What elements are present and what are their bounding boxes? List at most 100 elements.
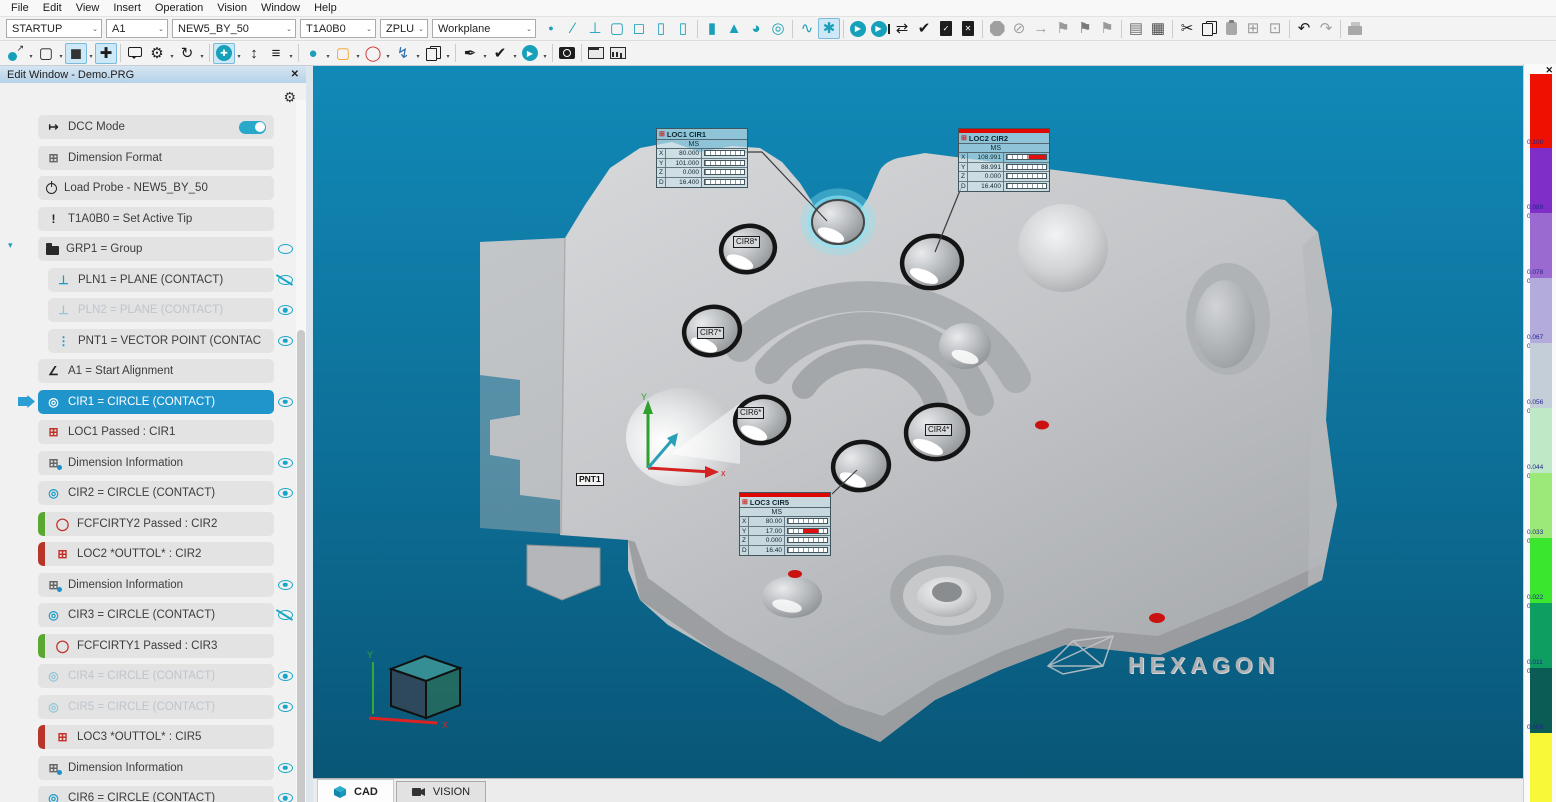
tree-item-cir3[interactable]: ◎CIR3 = CIRCLE (CONTACT) [38,603,274,627]
eye-visible-icon[interactable] [278,793,293,802]
menu-operation[interactable]: Operation [148,1,210,15]
marker-clear-icon[interactable]: ⚑ [1096,18,1118,39]
execute-from-cursor-icon[interactable]: ▶ [869,18,891,39]
paste-icon[interactable] [1220,18,1242,39]
eye-visible-icon[interactable] [278,336,293,346]
cad-model-canvas[interactable]: Y x Y X HEXAGON HEXAGON [313,66,1523,778]
tree-item-pln1[interactable]: ⊥PLN1 = PLANE (CONTACT) [48,268,274,292]
sphere-tool-icon[interactable]: ● [302,43,324,64]
optimization-dropdown[interactable]: ▾ [168,53,176,60]
menu-insert[interactable]: Insert [106,1,148,15]
menu-help[interactable]: Help [307,1,344,15]
comment-icon[interactable] [124,43,146,64]
measurement-callout-loc3[interactable]: ⊞LOC3 CIR5MSX80.00Y17.00Z0.000D16.40 [739,492,831,556]
tree-item-cir6[interactable]: ◎CIR6 = CIRCLE (CONTACT) [38,786,274,802]
menu-view[interactable]: View [69,1,107,15]
circle-feature-icon[interactable]: ▢ [606,18,628,39]
execute-icon[interactable]: ▶ [519,43,541,64]
line-feature-icon[interactable]: ∕ [562,18,584,39]
tree-item-a1[interactable]: ∠A1 = Start Alignment [38,359,274,383]
print-icon[interactable] [1344,18,1366,39]
tree-item-loc3[interactable]: ⊞LOC3 *OUTTOL* : CIR5 [38,725,274,749]
eye-visible-icon[interactable] [278,763,293,773]
tree-item-loc1[interactable]: ⊞LOC1 Passed : CIR1 [38,420,274,444]
workplane-combo[interactable]: ZPLUS⌄ [380,19,428,38]
tree-item-set-tip[interactable]: !T1A0B0 = Set Active Tip [38,207,274,231]
rotate-view-icon[interactable]: ↻ [176,43,198,64]
tree-item-cir4[interactable]: ◎CIR4 = CIRCLE (CONTACT) [38,664,274,688]
measurement-callout-loc1[interactable]: ⊞LOC1 CIR1MSX80.000Y101.000Z0.000D16.400 [656,128,748,188]
eye-visible-icon[interactable] [278,488,293,498]
paste-special-icon[interactable]: ⊞ [1242,18,1264,39]
execute-dropdown[interactable]: ▾ [541,53,549,60]
menu-edit[interactable]: Edit [36,1,69,15]
view-solid-icon[interactable]: ◼ [65,43,87,64]
tree-item-cir2[interactable]: ◎CIR2 = CIRCLE (CONTACT) [38,481,274,505]
quick-feature-dropdown[interactable]: ▾ [414,53,422,60]
gage-slot-icon[interactable]: ▢ [332,43,354,64]
report-window-icon[interactable]: ▦ [1147,18,1169,39]
cone-feature-icon[interactable]: ▲ [723,18,745,39]
tree-item-load-probe[interactable]: Load Probe - NEW5_BY_50 [38,176,274,200]
marker-set-icon[interactable]: ⚑ [1052,18,1074,39]
continue-execution-icon[interactable]: → [1030,18,1052,39]
eye-visible-icon[interactable] [278,702,293,712]
feature-strategy-dropdown[interactable]: ▾ [287,53,295,60]
curve-feature-icon[interactable]: ∿ [796,18,818,39]
view-wireframe-dropdown[interactable]: ▾ [57,53,65,60]
snapshot-icon[interactable] [556,43,578,64]
redo-icon[interactable]: ↷ [1315,18,1337,39]
active-tip-combo[interactable]: T1A0B0⌄ [300,19,376,38]
probe-readout-icon[interactable] [585,43,607,64]
tree-item-pln2[interactable]: ⊥PLN2 = PLANE (CONTACT) [48,298,274,322]
probe-qualify-icon[interactable] [5,43,27,64]
dcc-mode-toggle[interactable] [239,121,266,134]
sphere-feature-icon[interactable]: ◕ [745,18,767,39]
copy-icon[interactable] [1198,18,1220,39]
feature-tag-cir6[interactable]: CIR6* [737,407,764,419]
cut-icon[interactable]: ✂ [1176,18,1198,39]
feature-tag-cir8[interactable]: CIR8* [733,236,760,248]
eye-visible-icon[interactable] [278,671,293,681]
eye-hidden-icon[interactable] [278,610,293,620]
circle-cir1-selected[interactable] [805,193,871,251]
confirm-dropdown[interactable]: ▾ [511,53,519,60]
ellipse-feature-icon[interactable]: ◻ [628,18,650,39]
navigation-cube[interactable]: Y X [367,650,460,730]
stop-execution-icon[interactable] [986,18,1008,39]
edit-window-titlebar[interactable]: Edit Window - Demo.PRG ✕ [0,66,306,83]
sphere-tool-dropdown[interactable]: ▾ [324,53,332,60]
menu-window[interactable]: Window [254,1,307,15]
panel-scrollbar[interactable] [296,100,306,802]
marker-goto-icon[interactable]: ⚑ [1074,18,1096,39]
tree-item-loc2[interactable]: ⊞LOC2 *OUTTOL* : CIR2 [38,542,274,566]
panel-divider[interactable] [306,66,313,802]
menu-file[interactable]: File [4,1,36,15]
plane-feature-icon[interactable]: ⊥ [584,18,606,39]
break-execution-icon[interactable]: ⊘ [1008,18,1030,39]
workplane-mode-combo[interactable]: Workplane⌄ [432,19,536,38]
window-layout-dropdown[interactable]: ▾ [444,53,452,60]
tree-item-dim-info-2[interactable]: ⊞Dimension Information [38,573,274,597]
view-fit-icon[interactable]: ✚ [95,43,117,64]
tree-item-cir1[interactable]: ◎CIR1 = CIRCLE (CONTACT) [38,390,274,414]
execute-feature-icon[interactable]: ✓ [935,18,957,39]
tree-item-dcc-mode[interactable]: ↦DCC Mode [38,115,274,139]
probe-builder-dropdown[interactable]: ▾ [481,53,489,60]
feature-strategy-icon[interactable]: ≡ [265,43,287,64]
tree-item-cir5[interactable]: ◎CIR5 = CIRCLE (CONTACT) [38,695,274,719]
pattern-icon[interactable]: ⊡ [1264,18,1286,39]
feature-tag-pnt1[interactable]: PNT1 [576,473,604,486]
auto-feature-icon[interactable]: ✱ [818,18,840,39]
close-icon[interactable]: ✕ [291,69,299,80]
vector-probe-icon[interactable]: ↕ [243,43,265,64]
undo-icon[interactable]: ↶ [1293,18,1315,39]
confirm-icon[interactable]: ✔ [489,43,511,64]
alignment-combo[interactable]: A1⌄ [106,19,168,38]
report-chart-icon[interactable] [607,43,629,64]
execute-program-icon[interactable]: ▶ [847,18,869,39]
quick-feature-icon[interactable]: ↯ [392,43,414,64]
cad-viewport[interactable]: Y x Y X HEXAGON HEXAGON [313,66,1523,778]
execution-loop-icon[interactable]: ⇄ [891,18,913,39]
square-slot-feature-icon[interactable]: ▯ [672,18,694,39]
